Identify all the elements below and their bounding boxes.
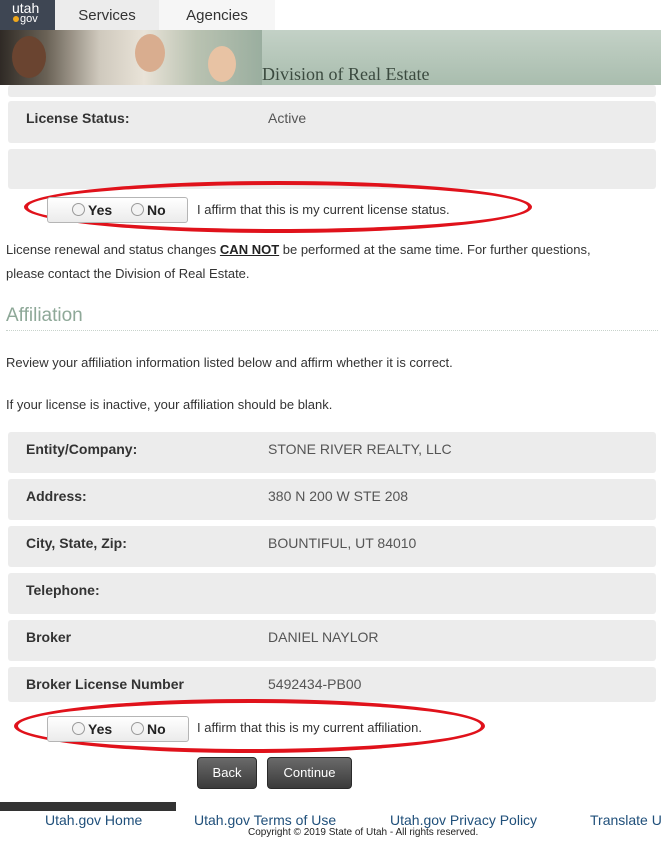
license-affirm-no-label: No	[147, 202, 166, 218]
field-value: DANIEL NAYLOR	[268, 629, 379, 645]
affiliation-heading: Affiliation	[6, 305, 83, 326]
back-button[interactable]: Back	[197, 757, 257, 789]
field-label: Entity/Company:	[26, 441, 138, 457]
license-notice: License renewal and status changes CAN N…	[6, 238, 661, 286]
banner-title: Division of Real Estate	[262, 64, 430, 84]
copyright: Copyright © 2019 State of Utah - All rig…	[248, 827, 479, 838]
affiliation-affirm-yes-label: Yes	[88, 721, 113, 737]
license-affirm-radio-group: Yes No	[47, 197, 188, 223]
logo-dot-icon	[13, 16, 19, 22]
banner-person-3	[208, 46, 236, 82]
radio-icon[interactable]	[72, 722, 85, 735]
field-value: 380 N 200 W STE 208	[268, 488, 409, 504]
banner-person-1	[12, 36, 46, 78]
notice-emphasis: CAN NOT	[219, 242, 280, 257]
radio-icon[interactable]	[131, 203, 144, 216]
footer-link-home[interactable]: Utah.gov Home	[45, 812, 142, 828]
affiliation-row-entity: Entity/Company: STONE RIVER REALTY, LLC	[8, 432, 656, 473]
field-label: Broker	[26, 629, 72, 645]
notice-post: be performed at the same time. For furth…	[279, 242, 591, 257]
footer-bar	[0, 802, 176, 811]
affiliation-affirm-radio-group: Yes No	[47, 716, 189, 742]
affiliation-row-telephone: Telephone:	[8, 573, 656, 614]
footer-link-terms[interactable]: Utah.gov Terms of Use	[194, 812, 336, 828]
affiliation-row-address: Address: 380 N 200 W STE 208	[8, 479, 656, 520]
license-status-value: Active	[268, 110, 307, 126]
affiliation-note: If your license is inactive, your affili…	[6, 397, 333, 412]
radio-icon[interactable]	[131, 722, 144, 735]
footer-link-privacy[interactable]: Utah.gov Privacy Policy	[390, 812, 537, 828]
license-status-row: License Status: Active	[8, 101, 656, 143]
field-value: STONE RIVER REALTY, LLC	[268, 441, 452, 457]
notice-line2: please contact the Division of Real Esta…	[6, 266, 250, 281]
field-value: 5492434-PB00	[268, 676, 362, 692]
logo-text-bottom: gov	[20, 13, 38, 25]
partial-row	[8, 85, 656, 97]
affiliation-affirm-yes[interactable]: Yes	[72, 721, 112, 737]
footer-link-translate[interactable]: Translate U	[590, 812, 661, 828]
affiliation-intro: Review your affiliation information list…	[6, 355, 453, 370]
top-nav: utah gov Services Agencies	[0, 0, 661, 30]
affiliation-affirm-text: I affirm that this is my current affilia…	[197, 720, 422, 735]
field-label: Telephone:	[26, 582, 100, 598]
field-label: City, State, Zip:	[26, 535, 127, 551]
tab-services[interactable]: Services	[55, 0, 159, 30]
license-status-label: License Status:	[26, 110, 130, 126]
notice-pre: License renewal and status changes	[6, 242, 220, 257]
field-value: BOUNTIFUL, UT 84010	[268, 535, 417, 551]
affiliation-row-broker: Broker DANIEL NAYLOR	[8, 620, 656, 661]
affiliation-affirm-no[interactable]: No	[131, 721, 166, 737]
radio-icon[interactable]	[72, 203, 85, 216]
field-label: Broker License Number	[26, 676, 184, 692]
affiliation-row-city: City, State, Zip: BOUNTIFUL, UT 84010	[8, 526, 656, 567]
license-affirm-yes[interactable]: Yes	[72, 202, 112, 218]
section-divider	[6, 330, 658, 331]
affiliation-row-broker-license: Broker License Number 5492434-PB00	[8, 667, 656, 702]
license-affirm-text: I affirm that this is my current license…	[197, 202, 450, 217]
license-affirm-no[interactable]: No	[131, 202, 166, 218]
license-affirm-yes-label: Yes	[88, 202, 113, 218]
tab-agencies[interactable]: Agencies	[159, 0, 275, 30]
affiliation-affirm-no-label: No	[147, 721, 166, 737]
banner-person-2	[135, 34, 165, 72]
division-banner: Division of Real Estate	[0, 30, 661, 85]
banner-photo	[0, 30, 262, 85]
utah-gov-logo[interactable]: utah gov	[0, 0, 55, 30]
continue-button[interactable]: Continue	[267, 757, 352, 789]
field-label: Address:	[26, 488, 87, 504]
